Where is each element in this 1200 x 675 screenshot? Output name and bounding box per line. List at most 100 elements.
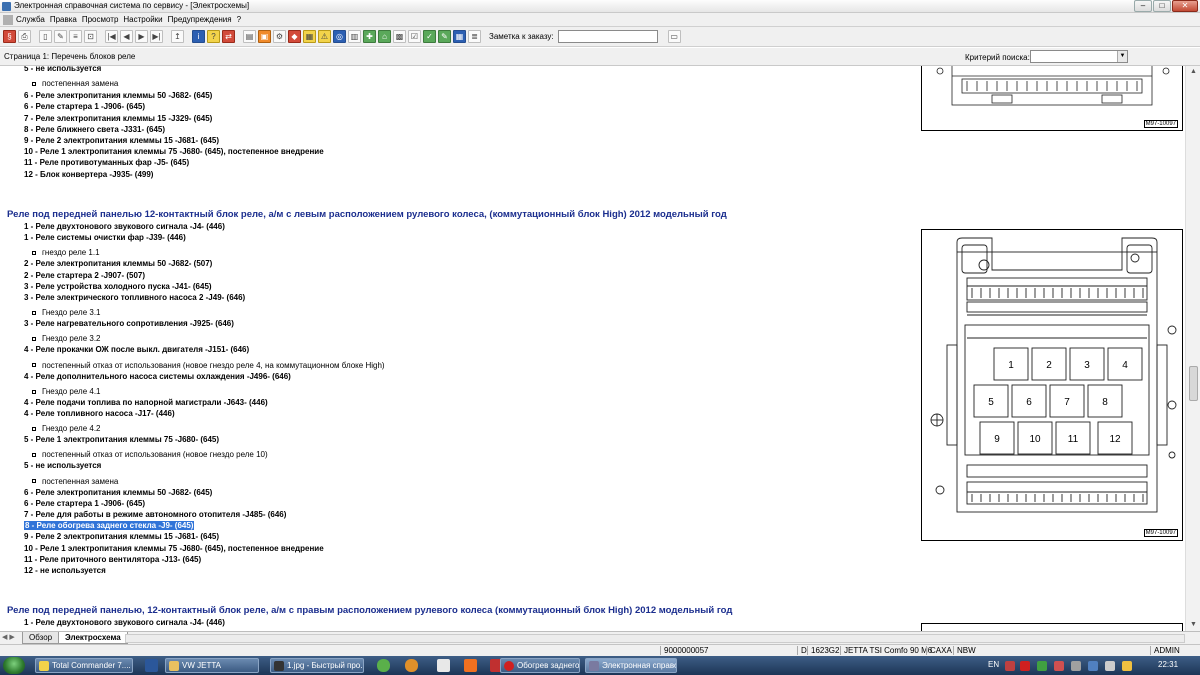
menu-help[interactable]: ? xyxy=(237,15,246,24)
globe-icon[interactable]: ◎ xyxy=(333,30,346,43)
vehicle-icon[interactable]: ⌂ xyxy=(378,30,391,43)
relay-item[interactable]: 2 - Реле стартера 2 -J907- (507) xyxy=(24,271,145,281)
close-button[interactable]: ✕ xyxy=(1172,0,1198,12)
relay-item[interactable]: 11 - Реле приточного вентилятора -J13- (… xyxy=(24,555,201,565)
relay-block-figure-bottom[interactable] xyxy=(921,623,1183,631)
relay-block-figure-top[interactable]: M97-10097 xyxy=(921,66,1183,131)
edit-icon[interactable]: ✎ xyxy=(54,30,67,43)
relay-item[interactable]: 8 - Реле ближнего света -J331- (645) xyxy=(24,125,165,135)
tray-icon[interactable] xyxy=(1054,661,1064,671)
parts-icon[interactable]: ▩ xyxy=(393,30,406,43)
relay-block-figure[interactable]: 1 2 3 4 5 6 7 8 9 10 11 12 M97-10097 xyxy=(921,229,1183,541)
relay-note[interactable]: постепенный отказ от использования (ново… xyxy=(32,361,385,371)
relay-item[interactable]: 3 - Реле электрического топливного насос… xyxy=(24,293,245,303)
network-icon[interactable] xyxy=(1088,661,1098,671)
relay-note[interactable]: постепенная замена xyxy=(32,477,118,487)
relay-item[interactable]: 4 - Реле дополнительного насоса системы … xyxy=(24,372,291,382)
chevron-down-icon[interactable]: ▼ xyxy=(1117,51,1127,62)
relay-note[interactable]: Гнездо реле 3.1 xyxy=(32,308,101,318)
relay-note[interactable]: постепенный отказ от использования (ново… xyxy=(32,450,268,460)
relay-item[interactable]: 7 - Реле для работы в режиме автономного… xyxy=(24,510,286,520)
gearbox-icon[interactable]: ⚙ xyxy=(273,30,286,43)
previous-page-icon[interactable]: ◀ xyxy=(120,30,133,43)
pdf-icon[interactable] xyxy=(1020,661,1030,671)
document-icon[interactable]: ≡ xyxy=(69,30,82,43)
start-button[interactable] xyxy=(3,657,25,674)
relay-item[interactable]: 11 - Реле противотуманных фар -J5- (645) xyxy=(24,158,189,168)
relay-item[interactable]: 2 - Реле электропитания клеммы 50 -J682-… xyxy=(24,259,212,269)
relay-item[interactable]: 12 - Блок конвертера -J935- (499) xyxy=(24,170,153,180)
report-icon[interactable]: ▥ xyxy=(348,30,361,43)
scroll-thumb[interactable] xyxy=(1189,366,1198,401)
relay-item[interactable]: 1 - Реле двухтонового звукового сигнала … xyxy=(24,222,225,232)
relay-item[interactable]: 5 - не используется xyxy=(24,66,101,74)
jump-icon[interactable]: ↥ xyxy=(171,30,184,43)
vertical-scrollbar[interactable]: ▲ ▼ xyxy=(1185,66,1200,631)
tray-icon[interactable] xyxy=(1071,661,1081,671)
relay-note[interactable]: гнездо реле 1.1 xyxy=(32,248,100,258)
word-icon[interactable] xyxy=(145,659,158,672)
maximize-button[interactable]: □ xyxy=(1153,0,1171,12)
horizontal-scrollbar[interactable] xyxy=(125,634,1185,643)
tray-icon[interactable] xyxy=(1005,661,1015,671)
relay-item[interactable]: 6 - Реле стартера 1 -J906- (645) xyxy=(24,499,145,509)
tab-wiring-diagram[interactable]: Электросхема xyxy=(58,632,128,644)
order-note-input[interactable] xyxy=(557,30,658,43)
next-page-icon[interactable]: ▶ xyxy=(135,30,148,43)
relay-item[interactable]: 6 - Реле электропитания клеммы 50 -J682-… xyxy=(24,488,212,498)
relay-item[interactable]: 10 - Реле 1 электропитания клеммы 75 -J6… xyxy=(24,147,324,157)
wiring-icon[interactable]: ✚ xyxy=(363,30,376,43)
volume-icon[interactable] xyxy=(1105,661,1115,671)
scroll-up-icon[interactable]: ▲ xyxy=(1188,67,1199,77)
relay-item[interactable]: 8 - Реле обогрева заднего стекла -J9- (6… xyxy=(24,521,195,531)
relay-note[interactable]: Гнездо реле 3.2 xyxy=(32,334,101,344)
relay-item[interactable]: 7 - Реле электропитания клеммы 15 -J329-… xyxy=(24,114,212,124)
minimize-button[interactable]: – xyxy=(1134,0,1152,12)
vlc-icon[interactable] xyxy=(464,659,477,672)
tray-icon[interactable] xyxy=(1122,661,1132,671)
app-icon[interactable] xyxy=(437,659,450,672)
menu-edit[interactable]: Правка xyxy=(50,15,82,24)
relay-item[interactable]: 5 - Реле 1 электропитания клеммы 75 -J68… xyxy=(24,435,219,445)
scroll-down-icon[interactable]: ▼ xyxy=(1188,620,1199,630)
chassis-icon[interactable]: ◆ xyxy=(288,30,301,43)
warning-icon[interactable]: ⚠ xyxy=(318,30,331,43)
relay-item[interactable]: 1 - Реле двухтонового звукового сигнала … xyxy=(24,618,225,628)
help-icon[interactable]: ? xyxy=(207,30,220,43)
relay-item[interactable]: 4 - Реле прокачки ОЖ после выкл. двигате… xyxy=(24,345,249,355)
relay-item[interactable]: 1 - Реле системы очистки фар -J39- (446) xyxy=(24,233,186,243)
menu-settings[interactable]: Настройки xyxy=(123,15,167,24)
taskbar-total-commander[interactable]: Total Commander 7.... xyxy=(35,658,133,673)
print-icon[interactable]: ⎙ xyxy=(18,30,31,43)
checklist-icon[interactable]: ☑ xyxy=(408,30,421,43)
last-page-icon[interactable]: ▶| xyxy=(150,30,163,43)
relay-item[interactable]: 3 - Реле нагревательного сопротивления -… xyxy=(24,319,234,329)
app-icon[interactable] xyxy=(405,659,418,672)
relay-item[interactable]: 4 - Реле топливного насоса -J17- (446) xyxy=(24,409,175,419)
relay-note[interactable]: Гнездо реле 4.2 xyxy=(32,424,101,434)
relay-item[interactable]: 12 - не используется xyxy=(24,566,106,576)
tools-icon[interactable]: ✎ xyxy=(438,30,451,43)
relay-item[interactable]: 9 - Реле 2 электропитания клеммы 15 -J68… xyxy=(24,532,219,542)
car-icon[interactable]: ⊡ xyxy=(84,30,97,43)
taskbar-opera[interactable]: Обогрев заднего ст... xyxy=(500,658,580,673)
relay-item[interactable]: 9 - Реле 2 электропитания клеммы 15 -J68… xyxy=(24,136,219,146)
tab-nav-arrows[interactable]: ◀ ▶ xyxy=(2,633,15,641)
info-icon[interactable]: i xyxy=(192,30,205,43)
relay-item[interactable]: 5 - не используется xyxy=(24,461,101,471)
relay-item[interactable]: 4 - Реле подачи топлива по напорной маги… xyxy=(24,398,268,408)
relay-note[interactable]: Гнездо реле 4.1 xyxy=(32,387,101,397)
relay-item[interactable]: 3 - Реле устройства холодного пуска -J41… xyxy=(24,282,212,292)
text-icon[interactable]: ≣ xyxy=(468,30,481,43)
engine-icon[interactable]: ▣ xyxy=(258,30,271,43)
taskbar-image-viewer[interactable]: 1.jpg - Быстрый про... xyxy=(270,658,364,673)
note-edit-icon[interactable]: ▭ xyxy=(667,30,681,43)
tray-icon[interactable] xyxy=(1037,661,1047,671)
relay-item[interactable]: 6 - Реле стартера 1 -J906- (645) xyxy=(24,102,145,112)
language-indicator[interactable]: EN xyxy=(988,660,999,669)
search-criteria-select[interactable]: ▼ xyxy=(1030,50,1128,63)
swap-icon[interactable]: ⇄ xyxy=(222,30,235,43)
relay-note[interactable]: постепенная замена xyxy=(32,79,118,89)
order-icon[interactable]: § xyxy=(3,30,16,43)
menu-view[interactable]: Просмотр xyxy=(82,15,124,24)
